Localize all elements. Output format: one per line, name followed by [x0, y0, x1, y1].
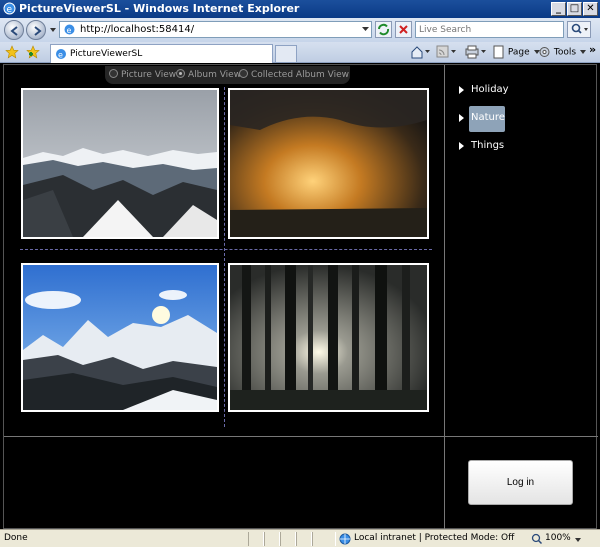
sidebar-divider [444, 65, 445, 530]
status-segment [264, 532, 280, 546]
tools-menu[interactable]: Tools [538, 45, 587, 61]
new-tab-button[interactable] [275, 45, 297, 63]
close-window-button[interactable]: ✕ [583, 2, 598, 16]
status-segment [296, 532, 312, 546]
status-text: Done [4, 533, 28, 543]
refresh-button[interactable] [375, 21, 392, 38]
radio-picture-view[interactable]: Picture View [109, 69, 176, 80]
radio-album-view[interactable]: Album View [176, 69, 241, 80]
more-commands-button[interactable]: » [589, 43, 596, 59]
svg-text:e: e [67, 26, 72, 35]
favorites-star-icon[interactable] [5, 45, 19, 59]
category-label: Things [471, 140, 505, 151]
stop-button[interactable] [395, 21, 412, 38]
refresh-icon [378, 23, 390, 36]
bottom-divider [4, 436, 598, 437]
printer-icon [465, 45, 486, 59]
photo-mountains-image [23, 90, 217, 237]
maximize-button[interactable]: □ [567, 2, 582, 16]
print-button[interactable] [464, 45, 488, 61]
login-button[interactable]: Log in [468, 460, 573, 505]
search-box[interactable] [415, 21, 564, 38]
stop-icon [399, 25, 408, 34]
category-label: Nature [469, 106, 505, 132]
add-favorites-icon[interactable] [26, 45, 40, 59]
title-bar: e PictureViewerSL - Windows Internet Exp… [0, 0, 600, 18]
horizontal-splitter[interactable] [20, 249, 432, 250]
intranet-zone-icon [339, 533, 351, 545]
expand-arrow-icon [459, 86, 464, 94]
status-segment [312, 532, 336, 546]
back-button[interactable] [4, 20, 24, 40]
radio-indicator [109, 69, 118, 78]
zoom-level[interactable]: 100% [545, 533, 571, 543]
forward-arrow-icon [34, 26, 42, 36]
address-url[interactable]: http://localhost:58414/ [80, 24, 194, 35]
expand-arrow-icon [459, 142, 464, 150]
photo-mountains[interactable] [21, 88, 219, 239]
photo-forest[interactable] [228, 263, 429, 412]
address-bar[interactable]: e http://localhost:58414/ [59, 21, 372, 38]
status-segment [280, 532, 296, 546]
tools-menu-label: Tools [553, 47, 577, 58]
tab-toolbar: e PictureViewerSL Page Tools » [0, 42, 600, 63]
zoom-dropdown-icon[interactable] [574, 536, 582, 544]
photo-snowy-peaks-image [23, 265, 217, 410]
home-button[interactable] [410, 45, 432, 61]
radio-collected-album-view[interactable]: Collected Album View [239, 69, 349, 80]
security-zone-text[interactable]: Local intranet | Protected Mode: Off [354, 533, 514, 543]
back-arrow-icon [10, 26, 18, 36]
status-segment [248, 532, 264, 546]
photo-sunset-image [230, 90, 427, 237]
gear-icon [539, 47, 550, 57]
radio-label: Picture View [121, 70, 177, 80]
radio-indicator [239, 69, 248, 78]
radio-indicator-selected [176, 69, 185, 78]
tab-page-icon: e [56, 49, 66, 60]
page-icon: e [64, 24, 75, 35]
ie-logo-icon: e [3, 2, 16, 15]
expand-arrow-icon [459, 114, 464, 122]
home-icon [411, 46, 430, 59]
tab-pictureviewer[interactable]: e PictureViewerSL [50, 44, 273, 63]
address-dropdown-icon[interactable] [362, 27, 369, 32]
tab-title: PictureViewerSL [70, 49, 143, 59]
tools-menu-dropdown-icon [579, 50, 586, 54]
photo-sunset[interactable] [228, 88, 429, 239]
view-mode-selector: Picture View Album View Collected Album … [105, 66, 350, 84]
window-title: PictureViewerSL - Windows Internet Explo… [19, 2, 300, 15]
category-label: Holiday [471, 84, 509, 95]
forward-button[interactable] [26, 20, 46, 40]
address-toolbar: e http://localhost:58414/ [0, 18, 600, 42]
history-dropdown-icon[interactable] [49, 26, 57, 34]
radio-label: Collected Album View [251, 70, 349, 80]
minimize-button[interactable]: _ [551, 2, 566, 16]
photo-snowy-peaks[interactable] [21, 263, 219, 412]
page-menu[interactable]: Page [492, 45, 541, 61]
page-menu-icon [493, 45, 504, 59]
page-menu-label: Page [507, 47, 530, 58]
svg-text:e: e [7, 5, 13, 15]
svg-text:e: e [58, 51, 63, 60]
radio-label: Album View [188, 70, 242, 80]
status-bar: Done Local intranet | Protected Mode: Of… [0, 529, 600, 547]
vertical-splitter[interactable] [224, 87, 225, 427]
photo-forest-image [230, 265, 427, 410]
app-content: Picture View Album View Collected Album … [3, 64, 598, 530]
feeds-button[interactable] [436, 45, 458, 61]
search-button[interactable] [567, 21, 591, 38]
search-icon [571, 23, 588, 34]
rss-feed-icon [436, 45, 456, 58]
zoom-icon [531, 533, 543, 545]
search-input[interactable] [419, 23, 559, 37]
